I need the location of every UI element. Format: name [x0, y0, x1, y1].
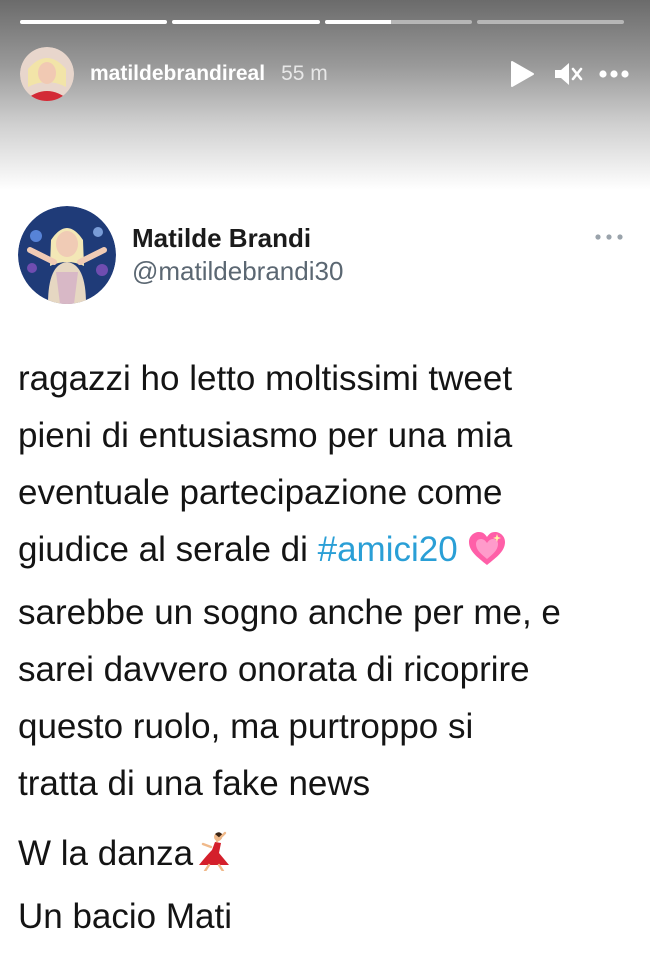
- tweet-text-line: sarebbe un sogno anche per me, e: [18, 593, 561, 632]
- tweet-signoff-line: W la danza: [18, 825, 630, 888]
- tweet-author-avatar[interactable]: [18, 206, 116, 304]
- tweet-text-line: ragazzi ho letto moltissimi tweet: [18, 359, 513, 398]
- tweet-signoff-line: Un bacio Mati: [18, 897, 232, 936]
- tweet-text: ragazzi ho letto moltissimi tweet pieni …: [18, 350, 630, 945]
- tweet-text-segment: giudice al serale di: [18, 530, 318, 569]
- story-user-row: matildebrandireal 55 m: [20, 46, 328, 102]
- progress-segment: [476, 20, 624, 24]
- tweet-more-icon[interactable]: [594, 229, 624, 245]
- progress-segment: [20, 20, 168, 24]
- tweet-text-segment: W la danza: [18, 834, 194, 873]
- more-horizontal-icon[interactable]: [598, 58, 630, 90]
- progress-fill: [172, 20, 320, 24]
- tweet-author-handle[interactable]: @matildebrandi30: [132, 254, 343, 288]
- tweet-text-line: pieni di entusiasmo per una mia: [18, 416, 513, 455]
- tweet-text-line: eventuale partecipazione come: [18, 473, 503, 512]
- hashtag-link[interactable]: #amici20: [318, 530, 458, 569]
- story-timestamp: 55 m: [281, 62, 328, 85]
- muted-speaker-icon[interactable]: [552, 58, 584, 90]
- tweet-text-line: sarei davvero onorata di ricoprire: [18, 650, 530, 689]
- tweet-header: Matilde Brandi @matildebrandi30: [18, 205, 630, 305]
- pink-sparkling-heart-icon: [467, 527, 507, 584]
- tweet-author-name[interactable]: Matilde Brandi: [132, 222, 343, 254]
- story-username[interactable]: matildebrandireal: [90, 62, 265, 86]
- tweet-text-line: giudice al serale di #amici20: [18, 521, 630, 584]
- progress-fill: [20, 20, 168, 24]
- tweet-text-line: questo ruolo, ma purtroppo si: [18, 707, 474, 746]
- progress-fill: [324, 20, 391, 24]
- dancer-icon: [193, 831, 233, 888]
- story-progress-bar: [20, 20, 624, 24]
- progress-segment: [172, 20, 320, 24]
- tweet-text-line: tratta di una fake news: [18, 764, 371, 803]
- tweet-author-info: Matilde Brandi @matildebrandi30: [132, 222, 343, 288]
- story-controls: [506, 58, 630, 90]
- story-header: matildebrandireal 55 m: [0, 0, 650, 190]
- play-icon[interactable]: [506, 58, 538, 90]
- progress-segment: [324, 20, 472, 24]
- avatar[interactable]: [20, 47, 74, 101]
- tweet-card: Matilde Brandi @matildebrandi30 ragazzi …: [18, 205, 630, 945]
